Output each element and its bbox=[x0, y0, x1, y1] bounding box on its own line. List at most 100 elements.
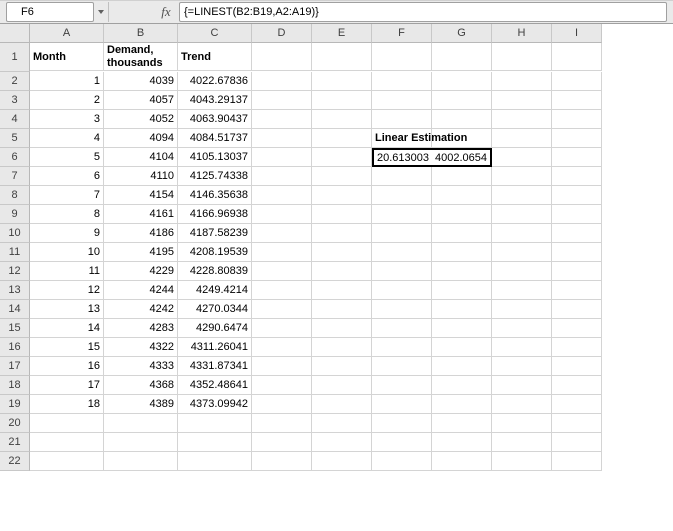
cell-demand[interactable]: 4389 bbox=[104, 395, 178, 414]
cell-empty[interactable] bbox=[372, 319, 432, 338]
cell-empty[interactable] bbox=[178, 433, 252, 452]
cell-empty[interactable] bbox=[104, 452, 178, 471]
cell-month[interactable]: 17 bbox=[30, 376, 104, 395]
cell-empty[interactable] bbox=[432, 319, 492, 338]
cell-month[interactable]: 1 bbox=[30, 72, 104, 91]
cell-demand[interactable]: 4368 bbox=[104, 376, 178, 395]
col-header-H[interactable]: H bbox=[492, 24, 552, 43]
cell-empty[interactable] bbox=[372, 281, 432, 300]
cell-empty[interactable] bbox=[552, 319, 602, 338]
row-header-10[interactable]: 10 bbox=[0, 224, 30, 243]
cell-demand[interactable]: 4322 bbox=[104, 338, 178, 357]
cell-empty[interactable] bbox=[492, 395, 552, 414]
cell-empty[interactable] bbox=[552, 395, 602, 414]
cell-empty[interactable] bbox=[312, 262, 372, 281]
cell-demand[interactable]: 4110 bbox=[104, 167, 178, 186]
row-header-20[interactable]: 20 bbox=[0, 414, 30, 433]
row-header-18[interactable]: 18 bbox=[0, 376, 30, 395]
cell-empty[interactable] bbox=[252, 433, 312, 452]
cell-empty[interactable] bbox=[312, 433, 372, 452]
cell-empty[interactable] bbox=[432, 262, 492, 281]
cell-empty[interactable] bbox=[252, 319, 312, 338]
col-header-C[interactable]: C bbox=[178, 24, 252, 43]
cell-empty[interactable] bbox=[372, 205, 432, 224]
cell-empty[interactable] bbox=[252, 395, 312, 414]
cell-empty[interactable] bbox=[492, 262, 552, 281]
cell-empty[interactable] bbox=[552, 414, 602, 433]
row-header-1[interactable]: 1 bbox=[0, 43, 30, 72]
cell-demand[interactable]: 4104 bbox=[104, 148, 178, 167]
cell-empty[interactable] bbox=[178, 452, 252, 471]
cell-month[interactable]: 11 bbox=[30, 262, 104, 281]
cell-empty[interactable] bbox=[432, 395, 492, 414]
cell-empty[interactable] bbox=[30, 433, 104, 452]
row-header-6[interactable]: 6 bbox=[0, 148, 30, 167]
cell-empty[interactable] bbox=[372, 167, 432, 186]
cell-trend[interactable]: 4022.67836 bbox=[178, 72, 252, 91]
cell-empty[interactable] bbox=[372, 338, 432, 357]
cell-empty[interactable] bbox=[252, 452, 312, 471]
cell-empty[interactable] bbox=[372, 224, 432, 243]
cell-empty[interactable] bbox=[432, 186, 492, 205]
cell-empty[interactable] bbox=[30, 452, 104, 471]
cell-empty[interactable] bbox=[312, 91, 372, 110]
cell-empty[interactable] bbox=[178, 414, 252, 433]
row-header-21[interactable]: 21 bbox=[0, 433, 30, 452]
cell-empty[interactable] bbox=[372, 43, 432, 71]
cell-empty[interactable] bbox=[492, 167, 552, 186]
cell-empty[interactable] bbox=[252, 186, 312, 205]
cell-empty[interactable] bbox=[372, 91, 432, 110]
cell-empty[interactable] bbox=[432, 357, 492, 376]
cell-empty[interactable] bbox=[372, 433, 432, 452]
cell-empty[interactable] bbox=[432, 433, 492, 452]
col-header-E[interactable]: E bbox=[312, 24, 372, 43]
cell-empty[interactable] bbox=[372, 300, 432, 319]
cell-empty[interactable] bbox=[432, 300, 492, 319]
cell-empty[interactable] bbox=[372, 243, 432, 262]
row-header-22[interactable]: 22 bbox=[0, 452, 30, 471]
cell-empty[interactable] bbox=[372, 186, 432, 205]
cell-empty[interactable] bbox=[492, 281, 552, 300]
cell-empty[interactable] bbox=[312, 414, 372, 433]
col-header-I[interactable]: I bbox=[552, 24, 602, 43]
cell-empty[interactable] bbox=[372, 452, 432, 471]
cell-empty[interactable] bbox=[372, 110, 432, 129]
cell-demand[interactable]: 4333 bbox=[104, 357, 178, 376]
cell-empty[interactable] bbox=[312, 357, 372, 376]
cell-demand[interactable]: 4154 bbox=[104, 186, 178, 205]
cell-month[interactable]: 8 bbox=[30, 205, 104, 224]
cell-empty[interactable] bbox=[432, 72, 492, 91]
cell-trend[interactable]: 4311.26041 bbox=[178, 338, 252, 357]
cell-empty[interactable] bbox=[252, 243, 312, 262]
cell-empty[interactable] bbox=[492, 243, 552, 262]
cell-empty[interactable] bbox=[432, 281, 492, 300]
cell-empty[interactable] bbox=[492, 129, 552, 148]
cell-trend[interactable]: 4063.90437 bbox=[178, 110, 252, 129]
cell-empty[interactable] bbox=[552, 72, 602, 91]
row-header-11[interactable]: 11 bbox=[0, 243, 30, 262]
cell-empty[interactable] bbox=[552, 452, 602, 471]
cell-empty[interactable] bbox=[252, 205, 312, 224]
cell-month[interactable]: 18 bbox=[30, 395, 104, 414]
cell-trend[interactable]: 4208.19539 bbox=[178, 243, 252, 262]
cell-empty[interactable] bbox=[252, 167, 312, 186]
cell-empty[interactable] bbox=[552, 91, 602, 110]
cell-empty[interactable] bbox=[312, 224, 372, 243]
cell-empty[interactable] bbox=[252, 72, 312, 91]
cell-empty[interactable] bbox=[552, 300, 602, 319]
cell-demand[interactable]: 4161 bbox=[104, 205, 178, 224]
cell-empty[interactable] bbox=[432, 91, 492, 110]
cell-empty[interactable] bbox=[492, 376, 552, 395]
fx-button[interactable]: fx bbox=[153, 4, 179, 20]
row-header-3[interactable]: 3 bbox=[0, 91, 30, 110]
cell-trend[interactable]: 4084.51737 bbox=[178, 129, 252, 148]
cell-trend[interactable]: 4270.0344 bbox=[178, 300, 252, 319]
row-header-17[interactable]: 17 bbox=[0, 357, 30, 376]
cell-month[interactable]: 10 bbox=[30, 243, 104, 262]
cell-empty[interactable] bbox=[252, 148, 312, 167]
cell-month[interactable]: 2 bbox=[30, 91, 104, 110]
cell-trend[interactable]: 4228.80839 bbox=[178, 262, 252, 281]
col-header-A[interactable]: A bbox=[30, 24, 104, 43]
cell-empty[interactable] bbox=[432, 243, 492, 262]
cell-empty[interactable] bbox=[552, 376, 602, 395]
